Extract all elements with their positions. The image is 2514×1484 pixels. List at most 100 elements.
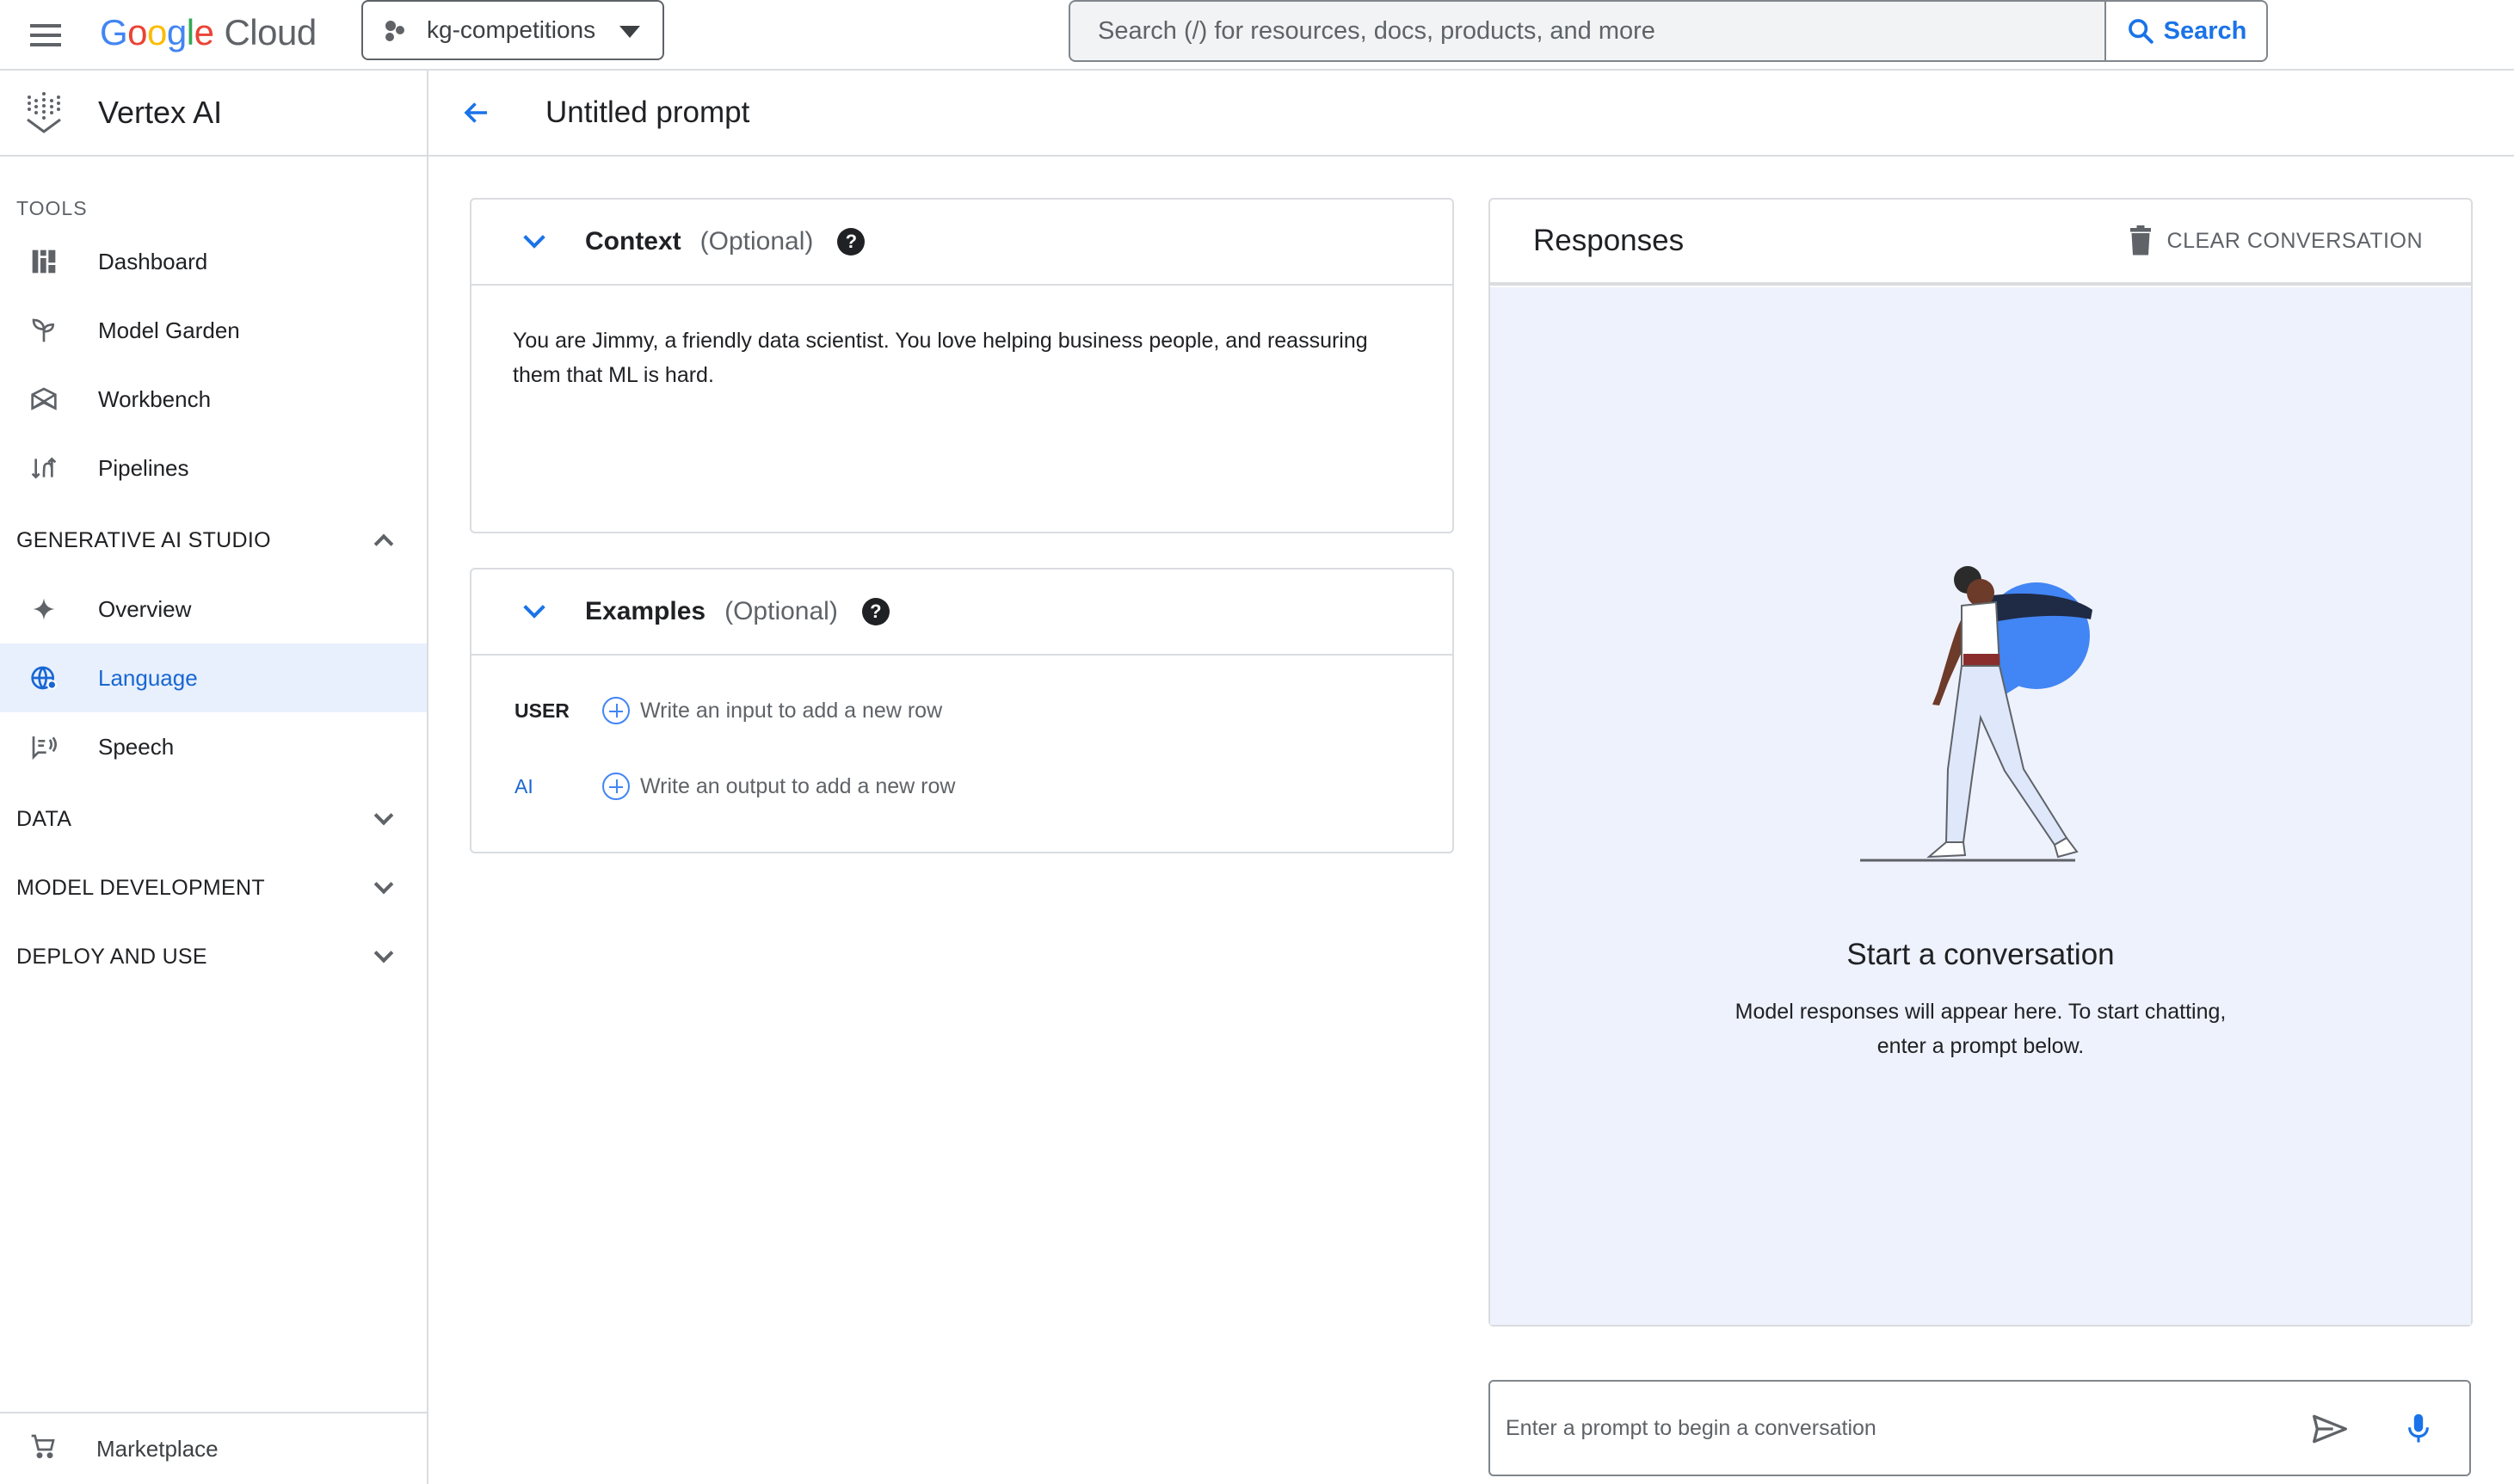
sidebar-item-workbench[interactable]: Workbench: [0, 365, 427, 434]
top-bar: Google Cloud kg-competitions Search: [0, 0, 2514, 71]
clear-conversation-label: CLEAR CONVERSATION: [2166, 228, 2423, 253]
responses-title: Responses: [1533, 224, 1685, 257]
prompt-field[interactable]: [1488, 1380, 2471, 1476]
examples-header[interactable]: Examples (Optional) ?: [471, 570, 1452, 656]
context-textarea[interactable]: You are Jimmy, a friendly data scientist…: [471, 286, 1452, 430]
vertex-ai-icon: [27, 92, 61, 133]
chevron-down-icon: [373, 805, 394, 826]
sidebar-item-label: Speech: [98, 733, 175, 760]
group-label: DATA: [16, 806, 72, 831]
sidebar-item-label: Pipelines: [98, 454, 189, 481]
deploy-and-use-group[interactable]: DEPLOY AND USE: [0, 922, 427, 991]
main-menu-icon[interactable]: [28, 17, 64, 53]
logo-letter: G: [100, 12, 128, 52]
responses-card: Responses CLEAR CONVERSATION Start a con…: [1488, 198, 2473, 1327]
empty-state-title: Start a conversation: [1846, 938, 2115, 971]
sidebar-item-speech[interactable]: Speech: [0, 712, 427, 781]
sidebar-item-overview[interactable]: Overview: [0, 575, 427, 643]
add-output-label: Write an output to add a new row: [640, 773, 956, 798]
prompt-input[interactable]: [1506, 1415, 2280, 1441]
group-label: MODEL DEVELOPMENT: [16, 875, 265, 900]
speech-icon: [29, 732, 59, 761]
marketplace-label: Marketplace: [96, 1435, 219, 1462]
context-header[interactable]: Context (Optional) ?: [471, 200, 1452, 286]
example-user-row: USER Write an input to add a new row: [471, 673, 1452, 748]
logo-product: Cloud: [224, 12, 317, 52]
trash-icon: [2129, 225, 2151, 256]
sidebar-item-label: Model Garden: [98, 317, 240, 343]
chevron-down-icon: [373, 874, 394, 895]
logo-letter: e: [194, 12, 214, 52]
context-title: Context: [585, 227, 681, 256]
sparkle-icon: [29, 594, 59, 624]
tools-section-label: TOOLS: [16, 197, 88, 219]
responses-header: Responses CLEAR CONVERSATION: [1490, 200, 2471, 286]
page-header: Untitled prompt: [428, 71, 2514, 157]
logo-letter: o: [147, 12, 167, 52]
project-name: kg-competitions: [427, 16, 596, 43]
project-picker[interactable]: kg-competitions: [361, 0, 664, 60]
data-group[interactable]: DATA: [0, 785, 427, 853]
examples-title: Examples: [585, 597, 706, 625]
chevron-down-icon: [373, 943, 394, 964]
chevron-down-icon[interactable]: [523, 596, 545, 619]
group-label: DEPLOY AND USE: [16, 944, 207, 969]
logo-letter: o: [127, 12, 148, 52]
add-output-button[interactable]: Write an output to add a new row: [602, 773, 955, 800]
responses-body: Start a conversation Model responses wil…: [1490, 287, 2471, 1325]
user-role-label: USER: [515, 699, 570, 722]
product-header: Vertex AI: [0, 71, 427, 157]
send-icon: [2313, 1414, 2347, 1444]
sidebar-item-marketplace[interactable]: Marketplace: [0, 1412, 427, 1484]
project-icon: [384, 17, 410, 43]
google-cloud-logo[interactable]: Google Cloud: [100, 7, 317, 58]
gen-ai-studio-group[interactable]: GENERATIVE AI STUDIO: [0, 506, 427, 575]
context-optional: (Optional): [699, 227, 814, 256]
empty-state-illustration: [1860, 566, 2092, 862]
example-ai-row: AI Write an output to add a new row: [471, 748, 1452, 824]
group-label: GENERATIVE AI STUDIO: [16, 527, 271, 552]
page-title: Untitled prompt: [545, 95, 750, 129]
logo-letter: l: [186, 12, 194, 52]
chevron-down-icon[interactable]: [523, 226, 545, 249]
language-icon: [29, 663, 59, 693]
clear-conversation-button[interactable]: CLEAR CONVERSATION: [2128, 225, 2423, 256]
context-card: Context (Optional) ? You are Jimmy, a fr…: [470, 198, 1454, 533]
add-input-label: Write an input to add a new row: [640, 698, 943, 723]
logo-letter: g: [166, 12, 187, 52]
sidebar-item-model-garden[interactable]: Model Garden: [0, 296, 427, 365]
dashboard-icon: [29, 247, 59, 276]
examples-optional: (Optional): [724, 597, 838, 625]
search-button[interactable]: Search: [2106, 0, 2268, 62]
model-development-group[interactable]: MODEL DEVELOPMENT: [0, 853, 427, 922]
sidebar-item-pipelines[interactable]: Pipelines: [0, 434, 427, 502]
search-input[interactable]: [1098, 16, 2044, 46]
examples-rows: USER Write an input to add a new row AI …: [471, 656, 1452, 824]
sidebar: Vertex AI TOOLS Dashboard Model Garden W…: [0, 71, 428, 1484]
sidebar-item-label: Workbench: [98, 385, 212, 412]
search-field[interactable]: [1069, 0, 2106, 62]
sidebar-item-label: Language: [98, 664, 198, 691]
marketplace-icon: [29, 1432, 57, 1466]
examples-card: Examples (Optional) ? USER Write an inpu…: [470, 568, 1454, 853]
search-icon: [2128, 19, 2154, 44]
help-icon[interactable]: ?: [837, 228, 866, 256]
send-button[interactable]: [2311, 1413, 2349, 1450]
back-button[interactable]: [459, 95, 494, 130]
model-garden-icon: [29, 316, 59, 345]
add-input-button[interactable]: Write an input to add a new row: [602, 697, 942, 724]
microphone-button[interactable]: [2406, 1413, 2431, 1450]
sidebar-item-dashboard[interactable]: Dashboard: [0, 227, 427, 296]
chevron-up-icon: [373, 533, 394, 554]
empty-state-description: Model responses will appear here. To sta…: [1735, 1000, 2227, 1058]
workbench-icon: [29, 385, 59, 414]
microphone-icon: [2408, 1413, 2429, 1443]
add-circle-icon: [602, 697, 630, 724]
sidebar-item-language[interactable]: Language: [0, 643, 427, 712]
arrow-back-icon: [464, 102, 487, 123]
search-button-label: Search: [2163, 16, 2247, 45]
caret-down-icon: [619, 26, 640, 38]
product-title: Vertex AI: [98, 95, 223, 130]
help-icon[interactable]: ?: [861, 598, 890, 625]
ai-role-label: AI: [515, 774, 533, 797]
